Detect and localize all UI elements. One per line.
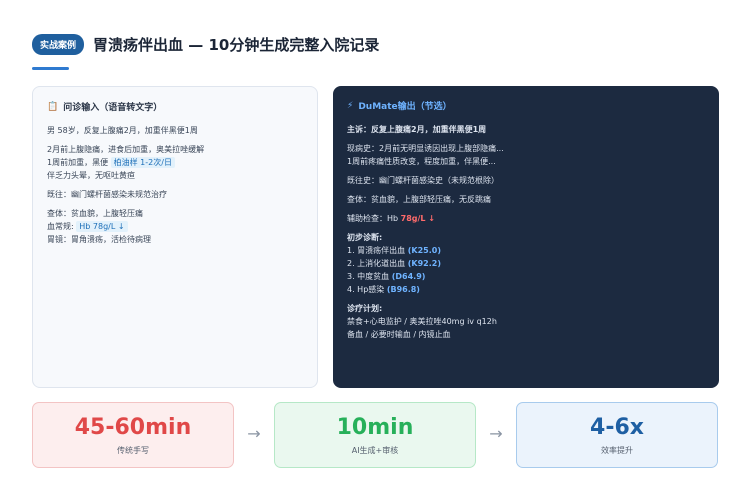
- metric-ai: 10min AI生成+审核: [274, 402, 476, 468]
- output-present-2: 1周前疼痛性质改变，程度加重，伴黑便...: [347, 157, 496, 166]
- output-card-title: DuMate输出（节选）: [358, 102, 452, 112]
- plan-line-2: 备血 / 必要时输血 / 内镜止血: [347, 330, 451, 339]
- input-exam: 查体：贫血貌，上腹轻压痛: [47, 209, 143, 218]
- output-chief: 主诉：反复上腹痛2月，加重伴黑便1周: [347, 125, 487, 134]
- output-past: 既往史：幽门螺杆菌感染史（未规范根除）: [347, 176, 499, 185]
- stool-highlight: 柏油样 1-2次/日: [110, 157, 175, 168]
- input-endoscopy: 胃镜：胃角溃疡，活检待病理: [47, 235, 151, 244]
- input-card-title: 问诊输入（语音转文字）: [63, 103, 163, 113]
- metric-label: 效率提升: [601, 445, 633, 455]
- hb-value: 78g/L ↓: [400, 214, 436, 223]
- input-card: 📋 问诊输入（语音转文字） 男 58岁，反复上腹痛2月，加重伴黑便1周 2月前上…: [32, 86, 318, 388]
- metric-traditional: 45-60min 传统手写: [32, 402, 234, 468]
- arrow-right-icon: →: [489, 424, 503, 443]
- icd-code: (D64.9): [391, 272, 426, 281]
- metric-label: 传统手写: [117, 445, 149, 455]
- clipboard-icon: 📋: [47, 101, 59, 112]
- diagnosis-title: 初步诊断:: [347, 233, 383, 242]
- input-history-1: 2月前上腹隐痛，进食后加重，奥美拉唑缓解: [47, 145, 205, 154]
- case-badge: 实战案例: [32, 34, 85, 55]
- lightning-icon: ⚡: [347, 100, 354, 111]
- output-exam: 查体：贫血貌，上腹部轻压痛，无反跳痛: [347, 195, 491, 204]
- hb-highlight: Hb 78g/L ↓: [76, 221, 128, 232]
- input-history-3: 伴乏力头晕，无呕吐黄疸: [47, 171, 135, 180]
- title-underline: [32, 67, 69, 70]
- diagnosis-item: 1. 胃溃疡伴出血 (K25.0): [347, 246, 441, 255]
- diagnosis-list: 1. 胃溃疡伴出血 (K25.0) 2. 上消化道出血 (K92.2) 3. 中…: [347, 244, 705, 296]
- icd-code: (K92.2): [407, 259, 441, 268]
- input-history-2: 1周前加重，黑便 柏油样 1-2次/日: [47, 156, 303, 169]
- arrow-right-icon: →: [247, 424, 261, 443]
- diagnosis-item: 4. Hp感染 (B96.8): [347, 285, 420, 294]
- input-lab: 血常规: Hb 78g/L ↓: [47, 220, 303, 233]
- output-card: ⚡ DuMate输出（节选） 主诉：反复上腹痛2月，加重伴黑便1周 现病史：2月…: [333, 86, 719, 388]
- diagnosis-item: 3. 中度贫血 (D64.9): [347, 272, 426, 281]
- plan-title: 诊疗计划:: [347, 304, 383, 313]
- page-title: 胃溃疡伴出血 — 10分钟生成完整入院记录: [93, 36, 380, 54]
- metric-value: 45-60min: [74, 414, 192, 440]
- metric-efficiency: 4-6x 效率提升: [516, 402, 718, 468]
- output-card-header: ⚡ DuMate输出（节选）: [347, 99, 705, 113]
- header: 实战案例 胃溃疡伴出血 — 10分钟生成完整入院记录: [32, 34, 379, 55]
- output-aux: 辅助检查：Hb 78g/L ↓: [347, 214, 436, 223]
- icd-code: (K25.0): [407, 246, 441, 255]
- output-present-1: 现病史：2月前无明显诱因出现上腹部隐痛...: [347, 144, 504, 153]
- metric-label: AI生成+审核: [351, 445, 399, 455]
- plan-line-1: 禁食+心电监护 / 奥美拉唑40mg iv q12h: [347, 317, 497, 326]
- input-past-history: 既往：幽门螺杆菌感染未规范治疗: [47, 190, 167, 199]
- input-card-header: 📋 问诊输入（语音转文字）: [47, 100, 303, 114]
- metric-value: 4-6x: [590, 414, 644, 440]
- icd-code: (B96.8): [386, 285, 420, 294]
- metric-value: 10min: [336, 414, 414, 440]
- diagnosis-item: 2. 上消化道出血 (K92.2): [347, 259, 441, 268]
- input-chief: 男 58岁，反复上腹痛2月，加重伴黑便1周: [47, 126, 198, 135]
